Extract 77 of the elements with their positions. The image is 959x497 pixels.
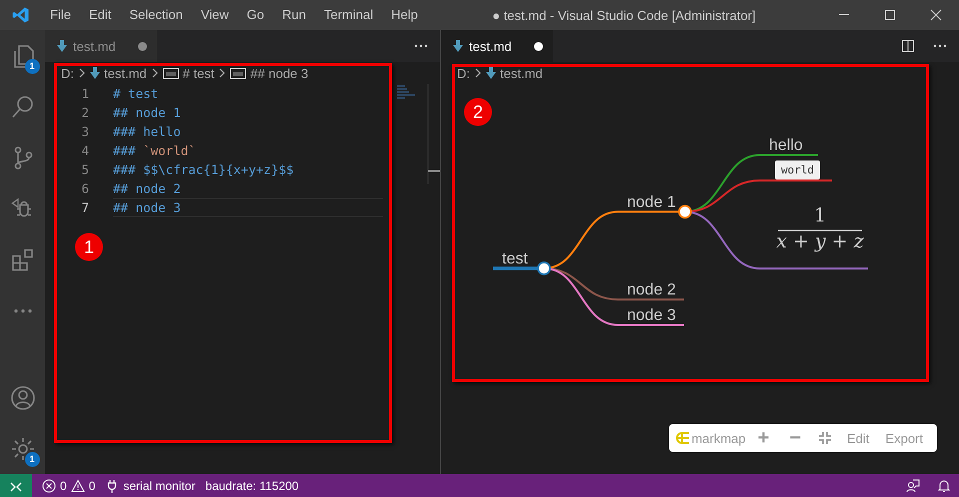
feedback-icon: [906, 478, 920, 492]
node-label: node 2: [627, 282, 676, 298]
markdown-icon: [486, 67, 496, 79]
code-line: ### `world`: [113, 142, 197, 160]
node-label: hello: [769, 137, 803, 154]
remote-button[interactable]: [0, 474, 32, 497]
window-title: ● test.md - Visual Studio Code [Administrator]: [491, 8, 757, 22]
menu-item[interactable]: Help: [382, 0, 427, 30]
code-label: world: [775, 160, 820, 180]
split-editor-icon[interactable]: [901, 39, 915, 53]
markdown-icon: [453, 40, 463, 52]
node-circle[interactable]: [537, 261, 551, 276]
settings-icon[interactable]: [10, 436, 36, 462]
chevron-icon: [150, 68, 159, 78]
account-icon[interactable]: [10, 384, 36, 410]
breadcrumb[interactable]: # test: [182, 66, 214, 80]
search-icon[interactable]: [10, 94, 36, 120]
markdown-icon: [90, 67, 100, 79]
line-number: 5: [80, 161, 90, 179]
breadcrumb[interactable]: ## node 3: [250, 66, 308, 80]
notification-badge: 1: [24, 58, 40, 74]
fit-icon: [819, 432, 832, 444]
breadcrumb[interactable]: D:: [61, 66, 74, 80]
menu-item[interactable]: File: [41, 0, 80, 30]
markmap-logo: [673, 431, 692, 445]
chevron-icon: [78, 68, 86, 78]
vscode-logo: [12, 6, 30, 24]
symbol-icon: [230, 68, 246, 78]
brand-name: markmap: [691, 430, 746, 446]
breadcrumb[interactable]: D:: [457, 66, 470, 80]
breadcrumb[interactable]: test.md: [500, 66, 543, 80]
menu-item[interactable]: Selection: [120, 0, 192, 30]
node-circle[interactable]: [678, 204, 692, 219]
line-number: 1: [80, 85, 90, 103]
more-actions-icon[interactable]: [414, 44, 428, 48]
menu-item[interactable]: Edit: [80, 0, 120, 30]
fraction-numerator: 1: [814, 204, 826, 226]
chevron-icon: [218, 68, 226, 78]
chevron-icon: [474, 68, 482, 78]
status-item[interactable]: serial monitor: [123, 478, 196, 492]
extensions-icon[interactable]: [10, 246, 36, 272]
warning-count[interactable]: 0: [88, 478, 96, 492]
bell-icon: [936, 478, 950, 492]
line-number: 7: [80, 199, 90, 217]
breadcrumb[interactable]: test.md: [104, 66, 147, 80]
menu-item[interactable]: Run: [273, 0, 315, 30]
markdown-icon: [57, 40, 67, 52]
fraction-denominator: x + y + z: [776, 230, 864, 252]
node-label: node 1: [627, 194, 676, 211]
more-actions-icon[interactable]: [933, 44, 947, 48]
close-icon: [930, 9, 942, 21]
code-line: ## node 1: [113, 104, 182, 122]
line-number: 4: [80, 142, 90, 160]
status-item[interactable]: baudrate: 115200: [205, 478, 299, 492]
code-line: ### hello: [113, 123, 182, 141]
line-number: 3: [80, 123, 90, 141]
menu-item[interactable]: Terminal: [315, 0, 382, 30]
line-number: 6: [80, 180, 90, 198]
code-line: ## node 3: [113, 198, 383, 217]
editor-tab[interactable]: test.md: [45, 30, 157, 62]
node-label: test: [502, 250, 528, 268]
error-count[interactable]: 0: [60, 478, 67, 492]
code-line: ## node 2: [113, 180, 182, 198]
menu-item[interactable]: View: [192, 0, 238, 30]
code-line: # test: [113, 85, 160, 103]
maximize-icon: [884, 9, 896, 21]
menu-item[interactable]: Go: [238, 0, 274, 30]
annotation-number: 2: [464, 98, 492, 126]
code-line: ### $$\cfrac{1}{x+y+z}$$: [113, 161, 295, 179]
editor-tab[interactable]: test.md: [441, 30, 553, 62]
symbol-icon: [162, 68, 179, 78]
notification-badge: 1: [24, 452, 40, 466]
line-number: 2: [80, 104, 90, 122]
annotation-number: 1: [75, 233, 103, 261]
warning-icon: [70, 478, 85, 492]
error-icon: [42, 478, 56, 492]
node-label: node 3: [627, 307, 676, 324]
